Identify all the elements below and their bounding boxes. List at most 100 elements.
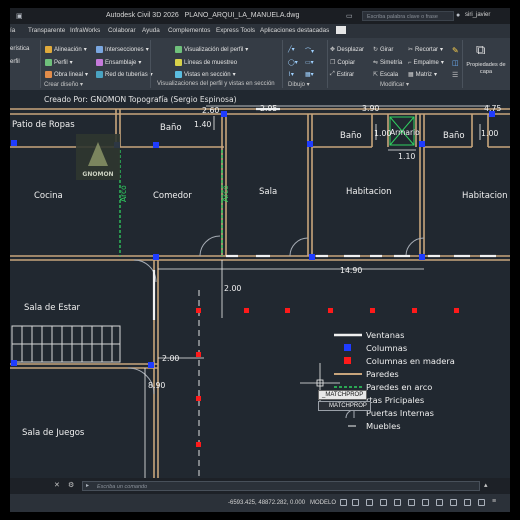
polar-icon[interactable] — [380, 499, 387, 506]
lineweight-icon[interactable] — [422, 499, 429, 506]
tab-overflow-icon[interactable] — [336, 26, 346, 34]
tool-heuristica[interactable]: erística — [10, 46, 29, 52]
desplazar-button[interactable]: ✥ Desplazar — [330, 46, 364, 54]
girar-button[interactable]: ↻ Girar — [373, 46, 393, 54]
model-space-toggle[interactable]: MODELO — [310, 500, 336, 506]
red-tuberias-button[interactable]: Red de tuberías ▾ — [96, 71, 153, 78]
user-icon[interactable]: ● — [456, 12, 460, 19]
user-name[interactable]: siri_javier — [465, 12, 490, 18]
sample-lines-icon — [175, 59, 182, 66]
search-input[interactable]: Escriba palabra clave o frase — [362, 11, 454, 21]
intersecciones-button[interactable]: Intersecciones ▾ — [96, 46, 149, 53]
floor-plan: GNOMON Creado Por: GNOMON Topografía (Se… — [10, 95, 510, 478]
osnap-icon[interactable] — [394, 499, 401, 506]
legend-muebles: Muebles — [366, 421, 401, 431]
snap-icon[interactable] — [352, 499, 359, 506]
annotation-icon[interactable] — [436, 499, 443, 506]
room-sala: Sala — [259, 187, 277, 197]
isolate-icon[interactable] — [464, 499, 471, 506]
obra-lineal-button[interactable]: Obra lineal ▾ — [45, 71, 88, 78]
lineas-muestreo-button[interactable]: Líneas de muestreo — [175, 59, 237, 66]
room-armario: Armario — [390, 128, 420, 137]
room-cocina: Cocina — [34, 191, 63, 201]
tab-transparente[interactable]: Transparente — [28, 27, 65, 34]
arc-tool-icon[interactable]: ⌒▾ — [305, 46, 314, 55]
fullscreen-icon[interactable] — [478, 499, 485, 506]
ortho-icon[interactable] — [366, 499, 373, 506]
command-line: ✕ ⚙ Escriba un comando ▸ ▴ — [10, 478, 510, 494]
layers-icon[interactable]: ⧉ — [476, 42, 485, 58]
legend-columnas: Columnas — [366, 343, 407, 353]
propiedades-capa-button[interactable]: Propiedades de capa — [462, 62, 510, 76]
dim-2-00-a: 2.00 — [224, 284, 241, 293]
share-icon[interactable]: ▭ — [346, 12, 353, 20]
tab-complementos[interactable]: Complementos — [168, 27, 210, 34]
room-habitacion-2: Habitacion — [462, 191, 508, 201]
mirror-icon: ⇋ — [373, 60, 379, 66]
tab-express-tools[interactable]: Express Tools — [216, 27, 255, 34]
room-sala-estar: Sala de Estar — [24, 303, 81, 313]
matriz-button[interactable]: ▦ Matriz ▾ — [408, 71, 437, 79]
arc-label-1: Arco — [119, 185, 128, 202]
alineacion-button[interactable]: Alineación ▾ — [45, 46, 87, 53]
dim-14-90: 14.90 — [340, 266, 362, 275]
recortar-button[interactable]: ✂ Recortar ▾ — [408, 46, 443, 54]
room-patio-ropas: Patio de Ropas — [12, 120, 75, 130]
ribbon-tabs: ía Transparente InfraWorks Colaborar Ayu… — [10, 24, 510, 38]
tab-aplicaciones-destacadas[interactable]: Aplicaciones destacadas — [260, 27, 329, 34]
stack-icon[interactable]: ☰ — [452, 71, 458, 79]
tab-partial[interactable]: ía — [10, 27, 15, 34]
legend-puertas-internas: Puertas Internas — [366, 408, 434, 418]
window-title: Autodesk Civil 3D 2026 PLANO_ARQUI_LA_MA… — [106, 12, 300, 19]
app-menu-icon[interactable]: ▣ — [16, 12, 23, 20]
ensamblaje-button[interactable]: Ensamblaje ▾ — [96, 59, 141, 66]
civil3d-window: ▣ Autodesk Civil 3D 2026 PLANO_ARQUI_LA_… — [10, 8, 510, 512]
workspace-icon[interactable] — [450, 499, 457, 506]
escala-button[interactable]: ⇱ Escala — [373, 71, 398, 79]
circle-tool-icon[interactable]: ◯▾ — [288, 59, 298, 66]
layer-edit-icon[interactable]: ◫ — [452, 59, 459, 67]
group-dibujo: Dibujo ▾ — [288, 82, 310, 88]
alignment-icon — [45, 46, 52, 53]
dim-3-90: 3.90 — [362, 104, 379, 113]
command-input[interactable]: Escriba un comando — [82, 481, 480, 491]
command-autocomplete-item[interactable]: MATCHPROP — [318, 401, 371, 411]
command-prompt-icon: ▸ — [86, 483, 90, 489]
estirar-button[interactable]: ⤢ Estirar — [330, 71, 354, 78]
profile-view-icon — [175, 46, 182, 53]
simetria-button[interactable]: ⇋ Simetría — [373, 59, 402, 67]
customize-menu-icon[interactable]: ≡ — [492, 498, 499, 505]
grid-icon[interactable] — [340, 499, 347, 506]
tab-ayuda[interactable]: Ayuda — [142, 27, 160, 34]
otrack-icon[interactable] — [408, 499, 415, 506]
move-icon: ✥ — [330, 47, 336, 53]
array-icon: ▦ — [408, 72, 414, 78]
perfil-button[interactable]: Perfil ▾ — [45, 59, 73, 66]
group-visualizaciones: Visualizaciones del perfil y vistas en s… — [157, 81, 275, 87]
close-cmdline-icon[interactable]: ✕ — [54, 481, 60, 489]
dim-2-60: 2.60 — [202, 106, 219, 115]
pencil-icon[interactable]: ✎ — [452, 46, 459, 55]
room-bano-1: Baño — [160, 123, 182, 133]
visualizacion-perfil-button[interactable]: Visualización del perfil ▾ — [175, 46, 248, 53]
copiar-button[interactable]: ❐ Copiar — [330, 59, 355, 67]
vistas-seccion-button[interactable]: Vistas en sección ▾ — [175, 71, 236, 78]
fillet-icon: ⌐ — [408, 59, 412, 66]
drawing-canvas[interactable]: GNOMON Creado Por: GNOMON Topografía (Se… — [10, 90, 510, 478]
cmdline-arrow-icon[interactable]: ▴ — [484, 481, 488, 489]
tab-infraworks[interactable]: InfraWorks — [70, 27, 100, 34]
wrench-icon[interactable]: ⚙ — [68, 481, 74, 489]
copy-icon: ❐ — [330, 60, 336, 66]
polyline-tool-icon[interactable]: ⌇▾ — [288, 71, 294, 78]
tool-perfil-left[interactable]: erfil — [10, 59, 20, 65]
hatch-tool-icon[interactable]: ▦▾ — [305, 71, 314, 78]
tab-colaborar[interactable]: Colaborar — [108, 27, 136, 34]
gnomon-logo: GNOMON — [76, 134, 120, 180]
dim-1-40: 1.40 — [194, 120, 211, 129]
legend-paredes: Paredes — [366, 369, 399, 379]
empalme-button[interactable]: ⌐ Empalme ▾ — [408, 59, 444, 67]
line-tool-icon[interactable]: ╱▾ — [288, 46, 295, 53]
wood-columns — [196, 308, 459, 447]
rectangle-tool-icon[interactable]: ▭▾ — [305, 59, 314, 66]
dim-1-00-b: 1.00 — [481, 129, 498, 138]
